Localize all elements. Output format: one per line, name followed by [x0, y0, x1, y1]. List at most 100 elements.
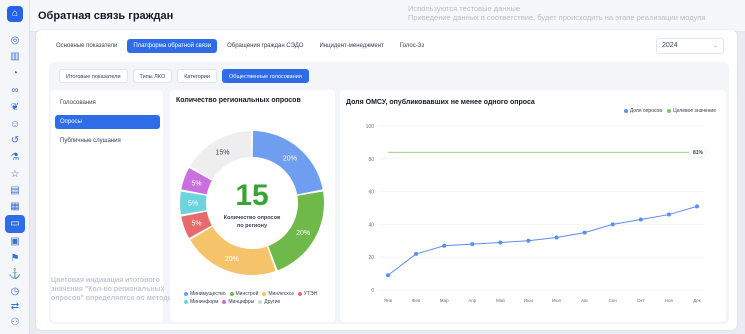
series-point-3	[470, 242, 475, 247]
donut-legend-item[interactable]: Минлесхоз	[262, 291, 294, 297]
x-tick-label-7: Авг	[581, 298, 588, 303]
users-icon[interactable]: ☺	[8, 118, 22, 132]
chat-icon[interactable]: ▭	[5, 215, 25, 233]
tab-voice[interactable]: Голос-Зз	[394, 39, 430, 53]
content-area: Итоговые показатели Типы ЛКО Категории О…	[49, 62, 729, 324]
series-point-4	[498, 240, 503, 245]
series-point-11	[695, 204, 699, 209]
anchor-icon[interactable]: ⚓	[8, 268, 22, 282]
sidebar: ⌂ ◎ ▥ ◔ ∞ ❦ ☺ ↺ ⚗ ☆ ▤ ▦ ▭ ▣ ⚑ ⚓ ◷ ⇄ ⚇	[0, 0, 30, 334]
x-tick-label-3: Апр	[468, 298, 476, 303]
line-legend-item[interactable]: Целевое значение	[666, 108, 716, 114]
x-tick-label-10: Ноя	[665, 298, 674, 303]
y-tick-label-4: 80	[368, 157, 374, 163]
legend-dot-icon	[222, 299, 227, 304]
y-tick-label-3: 60	[368, 190, 374, 196]
subtab-categories[interactable]: Категории	[177, 69, 218, 83]
star-icon[interactable]: ☆	[8, 168, 22, 182]
donut-center-label-line-2: по региону	[237, 223, 268, 229]
bank-icon[interactable]: ▥	[8, 50, 22, 64]
x-tick-label-4: Май	[496, 297, 505, 303]
notice-line-1: Используются тестовые данные	[408, 4, 521, 13]
building-icon[interactable]: ▣	[8, 235, 22, 249]
legend-dot-icon	[184, 299, 188, 304]
link-icon[interactable]: ∞	[8, 84, 22, 98]
line-legend-label: Доля опросов	[629, 108, 662, 114]
top-bar: Обратная связь граждан Используются тест…	[30, 0, 745, 32]
series-point-5	[526, 238, 531, 243]
donut-legend-item[interactable]: Минимущество	[184, 291, 226, 297]
legend-dot-icon	[184, 291, 188, 296]
history-icon[interactable]: ↺	[8, 134, 22, 148]
line-legend: Доля опросов Целевое значение	[619, 108, 716, 114]
subtab-public-voting[interactable]: Общественные голосования	[222, 69, 309, 83]
donut-legend-item[interactable]: УТЭН	[297, 291, 318, 297]
app-window: ⌂ ◎ ▥ ◔ ∞ ❦ ☺ ↺ ⚗ ☆ ▤ ▦ ▭ ▣ ⚑ ⚓ ◷ ⇄ ⚇ Об…	[0, 0, 745, 334]
line-legend-label: Целевое значение	[672, 108, 716, 114]
tab-feedback-platform[interactable]: Платформа обратной связи	[127, 39, 218, 53]
series-point-1	[414, 251, 419, 256]
chevron-down-icon: ⌄	[712, 43, 718, 49]
donut-slice-label-1: 20%	[296, 230, 310, 237]
buildings-icon[interactable]: ▦	[8, 200, 22, 214]
legend-dot-icon	[258, 299, 263, 304]
legend-dot-icon	[229, 291, 234, 296]
series-point-2	[442, 243, 447, 248]
year-value: 2024	[662, 42, 678, 49]
donut-legend-item[interactable]: Минцифры	[222, 299, 254, 305]
donut-legend-label: Другие	[264, 299, 281, 305]
subtab-totals[interactable]: Итоговые показатели	[59, 69, 128, 83]
legend-dot-icon	[262, 291, 267, 296]
tab-main-indicators[interactable]: Основные показатели	[50, 39, 123, 53]
year-select[interactable]: 2024 ⌄	[656, 38, 724, 54]
series-point-10	[666, 212, 671, 217]
y-tick-label-1: 20	[368, 255, 374, 261]
user-shield-icon[interactable]: ⚇	[8, 316, 22, 330]
series-point-0	[386, 273, 390, 278]
tab-citizen-appeals[interactable]: Обращения граждан СЭДО	[221, 39, 309, 53]
flask-icon[interactable]: ⚗	[8, 151, 22, 165]
sub-tabs: Итоговые показатели Типы ЛКО Категории О…	[59, 69, 309, 83]
x-tick-label-9: Окт	[637, 298, 645, 303]
donut-slice-label-5: 5%	[191, 180, 201, 187]
x-tick-label-8: Сен	[609, 298, 618, 303]
donut-slice-label-6: 15%	[215, 149, 229, 156]
subtab-lko-types[interactable]: Типы ЛКО	[132, 69, 173, 83]
page-title: Обратная связь граждан	[38, 10, 174, 22]
x-tick-label-6: Июл	[552, 298, 562, 303]
donut-legend-label: Мининформ	[190, 299, 219, 305]
x-tick-label-1: Фев	[412, 298, 421, 303]
list-item-public-hearings[interactable]: Публичные слушания	[55, 134, 160, 148]
x-tick-label-5: Июн	[524, 298, 534, 303]
document-icon[interactable]: ▤	[8, 184, 22, 198]
regional-surveys-card: Количество региональных опросов 20% 20% 20…	[170, 90, 335, 322]
tab-incident-management[interactable]: Инцидент-менеджмент	[313, 39, 389, 53]
donut-legend-item[interactable]: Другие	[258, 299, 280, 305]
x-tick-label-11: Дек	[693, 298, 701, 303]
donut-slice-label-3: 5%	[191, 221, 201, 228]
line-legend-item[interactable]: Доля опросов	[623, 108, 662, 114]
donut-slice-label-2: 20%	[225, 256, 239, 263]
list-item-surveys[interactable]: Опросы	[55, 115, 160, 129]
logo-icon[interactable]: ⌂	[7, 6, 23, 22]
x-tick-label-2: Мар	[440, 298, 449, 303]
clock-icon[interactable]: ◷	[8, 285, 22, 299]
donut-legend-item[interactable]: Минстрой	[229, 291, 258, 297]
legend-dot-icon	[666, 108, 671, 113]
donut-legend-label: УТЭН	[303, 291, 318, 297]
donut-center-value: 15	[235, 179, 268, 212]
y-tick-label-2: 40	[368, 222, 374, 228]
x-tick-label-0: Янв	[384, 298, 393, 303]
line-chart: Доля ОМСУ, опубликовавших не менее одног…	[346, 98, 708, 303]
leaf-icon[interactable]: ❦	[8, 101, 22, 115]
list-item-voting[interactable]: Голосования	[55, 96, 160, 110]
donut-center-label-line-1: Количество опросов	[224, 215, 281, 221]
main-tabs: Основные показатели Платформа обратной с…	[50, 39, 430, 53]
compass-icon[interactable]: ◎	[8, 34, 22, 48]
donut-legend-item[interactable]: Мининформ	[184, 299, 218, 305]
flag-icon[interactable]: ⚑	[8, 252, 22, 266]
main-card: Основные показатели Платформа обратной с…	[36, 30, 737, 330]
refresh-icon[interactable]: ⇄	[8, 300, 22, 314]
donut-chart-title: Количество региональных опросов	[176, 97, 301, 104]
chart-icon[interactable]: ◔	[8, 67, 22, 81]
